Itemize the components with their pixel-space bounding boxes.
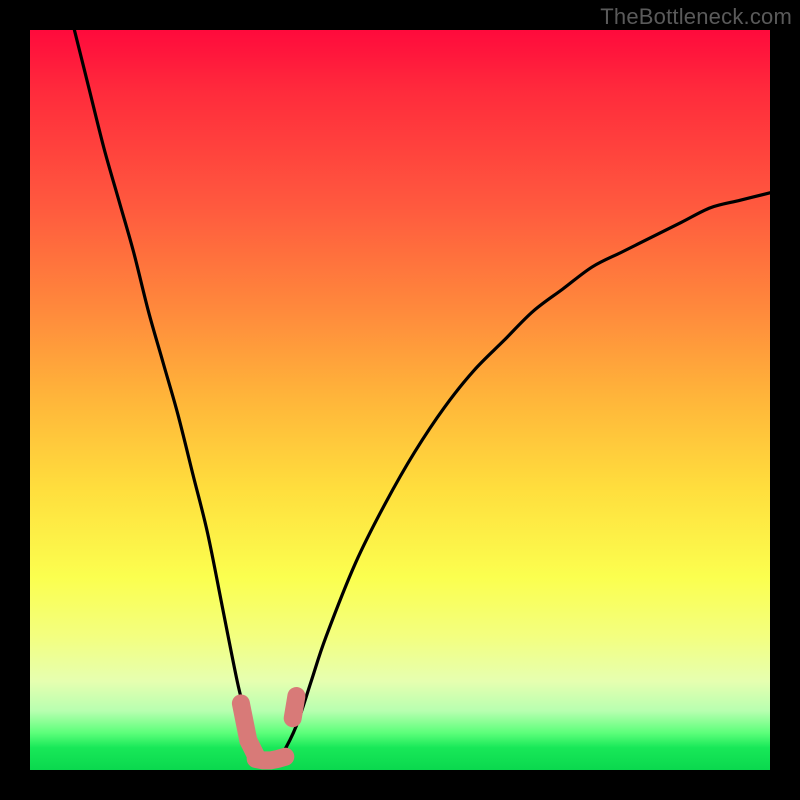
chart-frame: TheBottleneck.com — [0, 0, 800, 800]
watermark-label: TheBottleneck.com — [600, 4, 792, 30]
plot-area — [30, 30, 770, 770]
highlight-segment-bottom — [256, 757, 286, 761]
curve-layer — [30, 30, 770, 770]
highlight-segment-left — [241, 703, 256, 755]
bottleneck-curve — [74, 30, 770, 764]
highlight-segment-right — [293, 696, 297, 718]
